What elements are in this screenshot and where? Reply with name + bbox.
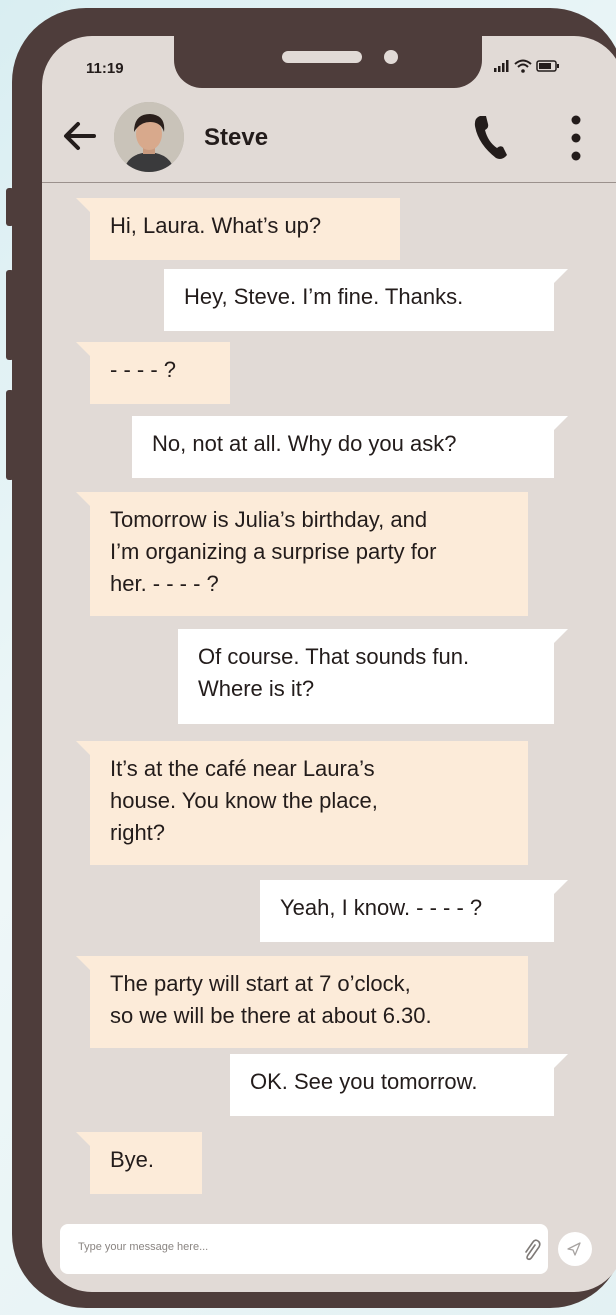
wifi-icon: [514, 59, 532, 73]
signal-icon: [494, 60, 509, 72]
message-text: Bye.: [110, 1147, 155, 1172]
front-camera: [384, 50, 398, 64]
message-text: Hi, Laura. What’s up?: [110, 213, 322, 238]
message-line: It’s at the café near Laura’s: [110, 756, 375, 781]
avatar[interactable]: [114, 102, 184, 172]
outgoing-message: Of course. That sounds fun. Where is it?: [178, 629, 568, 724]
message-line: house. You know the place,: [110, 788, 378, 813]
message-text: OK. See you tomorrow.: [250, 1069, 478, 1094]
incoming-message: The party will start at 7 o’clock, so we…: [76, 956, 528, 1048]
paperclip-icon[interactable]: [520, 1237, 542, 1263]
outgoing-message: OK. See you tomorrow.: [230, 1054, 568, 1116]
back-arrow-icon[interactable]: [60, 116, 100, 156]
chat-screen: 11:19 Steve Hi, Laura. What’s up? Hey, S…: [42, 36, 616, 1292]
phone-icon[interactable]: [470, 112, 512, 162]
outgoing-message: No, not at all. Why do you ask?: [132, 416, 568, 478]
incoming-message: Hi, Laura. What’s up?: [76, 198, 400, 260]
send-icon: [567, 1242, 581, 1256]
status-icons: [494, 56, 560, 76]
volume-down-button: [6, 390, 14, 480]
battery-icon: [536, 60, 559, 72]
contact-name: Steve: [204, 124, 269, 151]
message-line: I’m organizing a surprise party for: [110, 539, 437, 564]
message-line: Tomorrow is Julia’s birthday, and: [110, 507, 428, 532]
incoming-message: It’s at the café near Laura’s house. You…: [76, 741, 528, 865]
message-text: Yeah, I know. - - - - ?: [280, 895, 483, 920]
message-line: Of course. That sounds fun.: [198, 644, 470, 669]
avatar-portrait-icon: [114, 102, 184, 172]
chat-header: Steve: [42, 98, 616, 183]
message-input-placeholder: Type your message here...: [78, 1241, 209, 1253]
message-line: right?: [110, 820, 166, 845]
incoming-message: - - - - ?: [76, 342, 230, 404]
message-text: No, not at all. Why do you ask?: [152, 431, 457, 456]
side-button-top: [6, 188, 14, 226]
message-line: her. - - - - ?: [110, 571, 219, 596]
message-text: - - - - ?: [110, 357, 176, 382]
message-line: Where is it?: [198, 676, 315, 701]
send-button[interactable]: [558, 1232, 592, 1266]
phone-frame: 11:19 Steve Hi, Laura. What’s up? Hey, S…: [6, 8, 616, 1308]
more-vertical-icon[interactable]: [566, 110, 586, 166]
message-line: The party will start at 7 o’clock,: [110, 971, 411, 996]
status-time: 11:19: [86, 60, 124, 77]
notch: [174, 36, 482, 88]
outgoing-message: Yeah, I know. - - - - ?: [260, 880, 568, 942]
speaker-grill: [282, 51, 362, 63]
incoming-message: Bye.: [76, 1132, 202, 1194]
incoming-message: Tomorrow is Julia’s birthday, and I’m or…: [76, 492, 528, 616]
volume-up-button: [6, 270, 14, 360]
message-input[interactable]: Type your message here...: [60, 1224, 548, 1274]
outgoing-message: Hey, Steve. I’m fine. Thanks.: [164, 269, 568, 331]
message-line: so we will be there at about 6.30.: [110, 1003, 432, 1028]
message-text: Hey, Steve. I’m fine. Thanks.: [184, 284, 464, 309]
